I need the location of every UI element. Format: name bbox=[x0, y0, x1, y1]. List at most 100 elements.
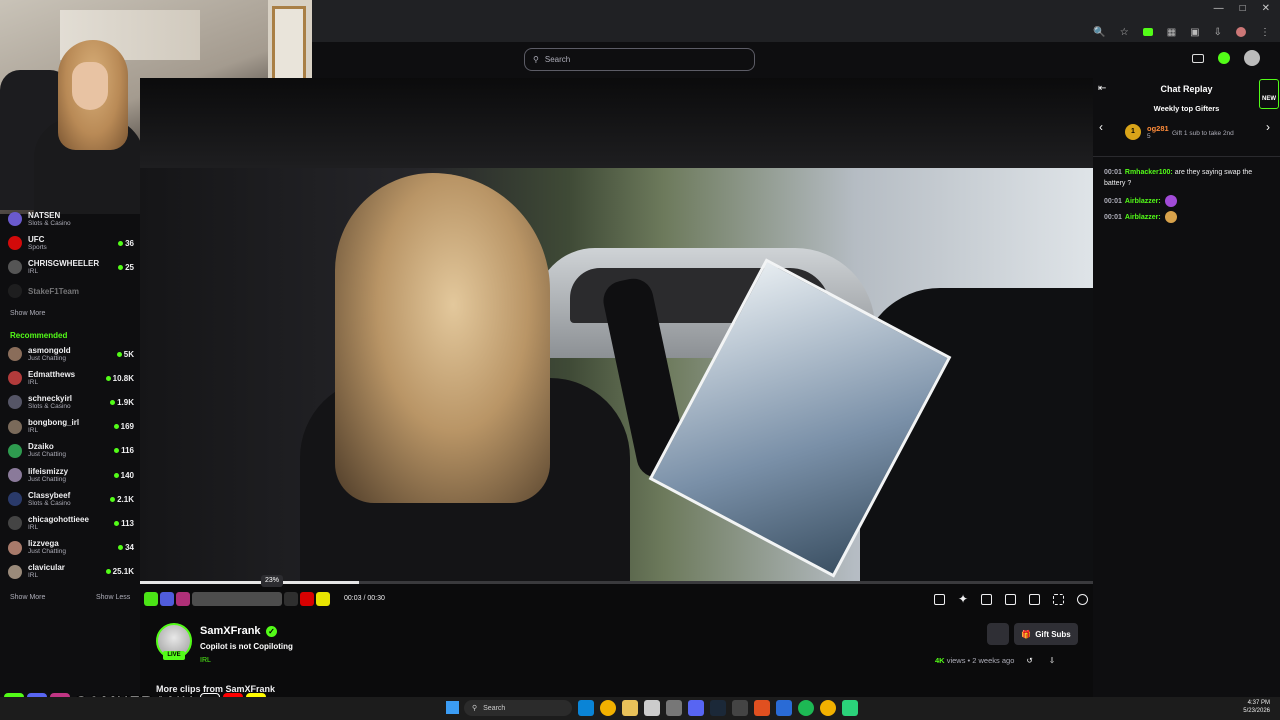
live-dot-icon bbox=[113, 472, 119, 478]
chrome-icon[interactable] bbox=[820, 700, 836, 716]
sidebar-item-classybeef[interactable]: Classybeef Slots & Casino 2.1K bbox=[8, 488, 134, 510]
avatar bbox=[8, 236, 22, 250]
sidebar-item-dzaiko[interactable]: Dzaiko Just Chatting 116 bbox=[8, 440, 134, 462]
puzzle-icon[interactable]: ▦ bbox=[1167, 27, 1176, 38]
prev-arrow-icon[interactable]: ‹ bbox=[1099, 120, 1103, 134]
gifter-name[interactable]: og281 bbox=[1147, 124, 1169, 133]
channel-name[interactable]: SamXFrank bbox=[200, 625, 261, 637]
video-player[interactable] bbox=[140, 78, 1093, 581]
edge-icon[interactable] bbox=[578, 700, 594, 716]
search-icon: ⚲ bbox=[533, 55, 539, 64]
pip-icon[interactable] bbox=[1005, 593, 1016, 605]
seek-progress bbox=[140, 581, 360, 584]
live-dot-icon bbox=[113, 424, 119, 430]
system-clock: 4:37 PM 5/23/2026 bbox=[1243, 700, 1270, 714]
sidebar-item-chicagohottieee[interactable]: chicagohottieee IRL 113 bbox=[8, 512, 134, 534]
steam-icon[interactable] bbox=[710, 700, 726, 716]
sidebar-item-lizzvega[interactable]: lizzvega Just Chatting 34 bbox=[8, 537, 134, 559]
download-icon[interactable]: ⇩ bbox=[1049, 656, 1055, 665]
fullscreen-icon[interactable] bbox=[1053, 593, 1064, 605]
sidebar-item-bongbong_irl[interactable]: bongbong_irl IRL 169 bbox=[8, 416, 134, 438]
sidebar-item-stakef1team[interactable]: StakeF1Team bbox=[8, 280, 134, 302]
taskbar-search[interactable]: ⚲ Search bbox=[464, 700, 572, 716]
live-dot-icon bbox=[114, 520, 120, 526]
menu-icon[interactable]: ⋮ bbox=[1260, 27, 1270, 38]
recommended-heading: Recommended bbox=[10, 331, 68, 340]
avatar[interactable] bbox=[1244, 50, 1260, 66]
discord-icon[interactable] bbox=[688, 700, 704, 716]
sidebar-item-lifeismizzy[interactable]: lifeismizzy Just Chatting 140 bbox=[8, 464, 134, 486]
gift-note: Gift 1 sub to take 2nd bbox=[1172, 130, 1234, 137]
avatar bbox=[8, 395, 22, 410]
avatar bbox=[8, 347, 22, 361]
avatar bbox=[8, 468, 22, 482]
sidebar-item-ufc[interactable]: UFC Sports 36 bbox=[8, 232, 134, 254]
gift-subs-button[interactable]: 🎁 Gift Subs bbox=[1014, 623, 1078, 645]
store-icon[interactable] bbox=[644, 700, 660, 716]
sparkle-icon[interactable]: ✦ bbox=[958, 592, 968, 606]
top-nav bbox=[312, 42, 1280, 78]
settings-icon[interactable] bbox=[666, 700, 682, 716]
theater-icon[interactable] bbox=[981, 593, 992, 605]
sidebar-item-schneckyirl[interactable]: schneckyirl Slots & Casino 1.9K bbox=[8, 391, 134, 413]
star-icon[interactable]: ☆ bbox=[1120, 27, 1129, 38]
show-more-link[interactable]: Show More bbox=[10, 310, 45, 317]
obs-icon[interactable] bbox=[754, 700, 770, 716]
folder-icon[interactable] bbox=[622, 700, 638, 716]
miniplayer-icon[interactable] bbox=[1029, 593, 1040, 605]
app-icon[interactable] bbox=[776, 700, 792, 716]
crop-icon[interactable] bbox=[933, 593, 945, 605]
clips-icon[interactable] bbox=[1192, 53, 1204, 63]
category-link[interactable]: IRL bbox=[200, 657, 211, 664]
sidebar-item-clavicular[interactable]: clavicular IRL 25.1K bbox=[8, 561, 134, 583]
settings-icon[interactable] bbox=[1077, 593, 1088, 605]
show-more-link[interactable]: Show More bbox=[10, 594, 45, 601]
view-count: 4K views • 2 weeks ago ↺ ⇩ bbox=[935, 656, 1056, 665]
share-icon[interactable]: ↺ bbox=[1026, 656, 1032, 665]
chrome-icon[interactable] bbox=[600, 700, 616, 716]
weekly-gifters-title: Weekly top Gifters bbox=[1153, 104, 1220, 113]
windows-start-icon[interactable] bbox=[446, 701, 459, 714]
player-controls: ✦ bbox=[933, 592, 1088, 606]
app-icon[interactable] bbox=[732, 700, 748, 716]
kick-icon[interactable] bbox=[1218, 52, 1230, 64]
live-dot-icon bbox=[110, 399, 116, 405]
chat-title: Chat Replay bbox=[1160, 84, 1213, 94]
sidebar-item-natsen[interactable]: NATSEN Slots & Casino bbox=[8, 208, 134, 230]
avatar bbox=[8, 516, 22, 531]
browser-toolbar: 🔍 ☆ ▦ ▣ ⇩ ⋮ bbox=[312, 22, 1280, 42]
sidepanel-icon[interactable]: ▣ bbox=[1190, 27, 1199, 38]
next-arrow-icon[interactable]: › bbox=[1266, 120, 1270, 134]
avatar bbox=[8, 492, 22, 507]
avatar bbox=[8, 540, 22, 555]
taskbar-apps bbox=[578, 700, 858, 716]
show-less-link[interactable]: Show Less bbox=[96, 594, 130, 601]
divider bbox=[1093, 156, 1280, 157]
gift-icon: 🎁 bbox=[1021, 629, 1032, 639]
sidebar-item-asmongold[interactable]: asmongold Just Chatting 5K bbox=[8, 343, 134, 365]
maximize-icon[interactable]: □ bbox=[1240, 3, 1246, 14]
emote-icon bbox=[1164, 195, 1177, 207]
search-input[interactable]: ⚲ Search bbox=[524, 48, 755, 71]
top-gifter: 1 og281 5 bbox=[1125, 124, 1169, 140]
live-dot-icon bbox=[118, 264, 124, 270]
avatar bbox=[8, 564, 22, 579]
live-dot-icon bbox=[105, 375, 111, 381]
clip-button[interactable] bbox=[987, 623, 1009, 645]
minimize-icon[interactable]: — bbox=[1214, 3, 1224, 14]
sidebar-item-edmatthews[interactable]: Edmatthews IRL 10.8K bbox=[8, 367, 134, 389]
live-dot-icon bbox=[116, 351, 122, 357]
avatar bbox=[8, 260, 22, 274]
download-icon[interactable]: ⇩ bbox=[1214, 27, 1222, 38]
extension-icon[interactable] bbox=[1142, 28, 1153, 36]
spotify-icon[interactable] bbox=[798, 700, 814, 716]
app-icon[interactable] bbox=[842, 700, 858, 716]
close-icon[interactable]: ✕ bbox=[1262, 3, 1270, 14]
clip-title: Copilot is not Copiloting bbox=[200, 642, 293, 651]
live-dot-icon bbox=[118, 240, 124, 246]
profile-icon[interactable] bbox=[1236, 27, 1246, 37]
zoom-icon[interactable]: 🔍 bbox=[1093, 27, 1105, 38]
avatar bbox=[8, 284, 22, 298]
verified-icon: ✓ bbox=[266, 626, 277, 637]
sidebar-item-chrisgwheeler[interactable]: CHRISGWHEELER IRL 25 bbox=[8, 256, 134, 278]
